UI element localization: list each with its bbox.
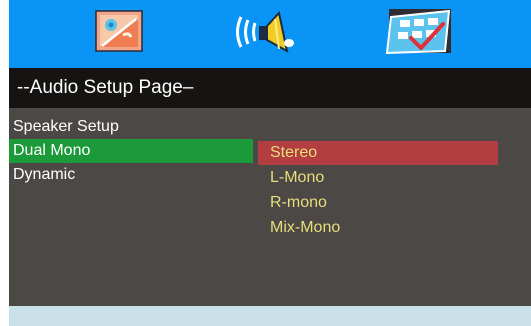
option-stereo[interactable]: Stereo (258, 141, 498, 165)
menu-item-dynamic[interactable]: Dynamic (9, 163, 253, 187)
audio-speaker-icon[interactable] (231, 7, 295, 57)
menu-item-dual-mono[interactable]: Dual Mono (9, 139, 253, 163)
general-setup-icon[interactable] (89, 7, 149, 57)
option-l-mono[interactable]: L-Mono (258, 166, 498, 190)
option-mix-mono[interactable]: Mix-Mono (258, 216, 498, 240)
option-r-mono[interactable]: R-mono (258, 191, 498, 215)
preference-checkbox-icon[interactable] (381, 7, 457, 57)
setup-tab-bar (9, 0, 531, 68)
menu-item-speaker-setup[interactable]: Speaker Setup (9, 115, 253, 139)
status-bar (9, 306, 531, 326)
page-title-bar: --Audio Setup Page– (9, 68, 531, 108)
audio-setup-screen: --Audio Setup Page– Speaker Setup Dual M… (9, 0, 531, 326)
page-title: --Audio Setup Page– (17, 77, 194, 98)
